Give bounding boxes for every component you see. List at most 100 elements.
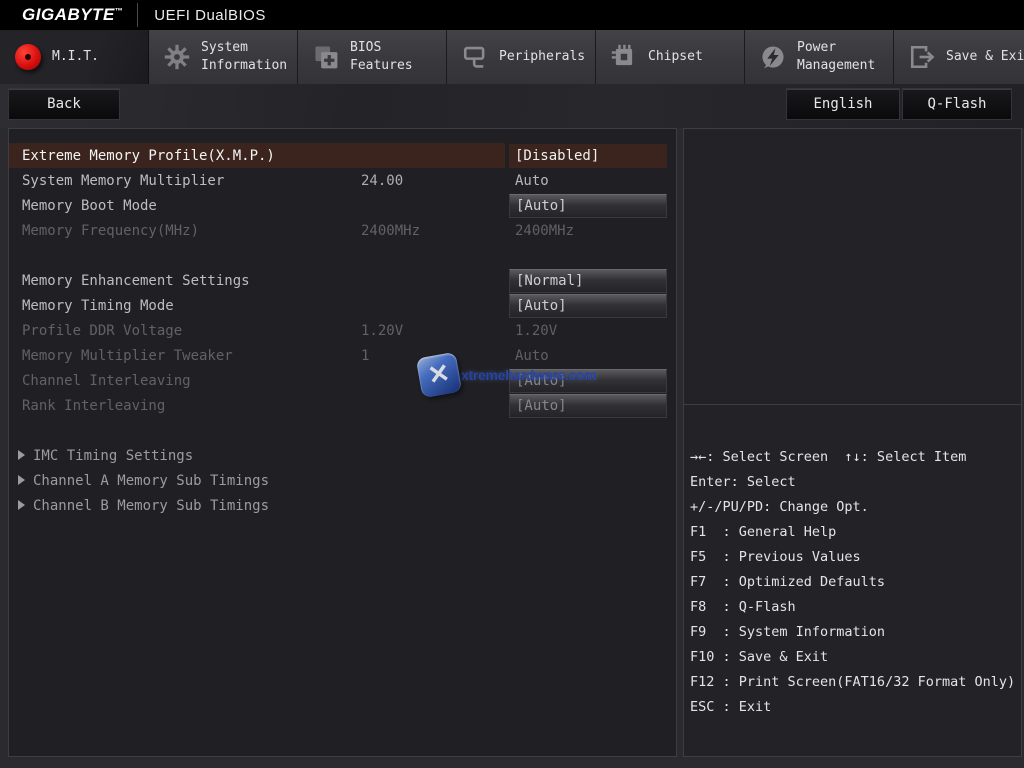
setting-label: Memory Frequency(MHz)	[9, 223, 199, 239]
setting-value[interactable]: [Disabled]	[509, 144, 667, 168]
tab-label: Power Management	[797, 39, 893, 74]
setting-label: Rank Interleaving	[9, 398, 165, 414]
key-help-line: F7 : Optimized Defaults	[690, 570, 1019, 595]
submenu-label: IMC Timing Settings	[9, 448, 193, 464]
gear-icon	[163, 43, 191, 71]
tab-m-i-t[interactable]: M.I.T.	[0, 30, 149, 84]
submenu-label-cell: Channel A Memory Sub Timings	[9, 468, 505, 493]
setting-label-cell: Rank Interleaving	[9, 393, 505, 418]
key-help-line: +/-/PU/PD: Change Opt.	[690, 495, 1019, 520]
trademark-symbol: ™	[115, 6, 124, 15]
tab-chipset[interactable]: Chipset	[596, 30, 745, 84]
setting-row[interactable]: Rank Interleaving [Auto]	[9, 393, 676, 418]
tab-bios-features[interactable]: BIOS Features	[298, 30, 447, 84]
setting-row[interactable]: Memory Boot Mode [Auto]	[9, 193, 676, 218]
key-help-line: F12 : Print Screen(FAT16/32 Format Only)	[690, 670, 1019, 695]
tab-power-management[interactable]: Power Management	[745, 30, 894, 84]
row-spacer	[9, 243, 676, 268]
submenu-row[interactable]: Channel A Memory Sub Timings	[9, 468, 676, 493]
secondary-toolbar: Back English Q-Flash	[0, 84, 1024, 128]
setting-value-field[interactable]: [Auto]	[509, 369, 667, 393]
setting-value: 1.20V	[509, 319, 667, 343]
setting-current-value: 2400MHz	[361, 223, 420, 239]
setting-label: Extreme Memory Profile(X.M.P.)	[9, 148, 275, 164]
setting-label-cell: Memory Frequency(MHz) 2400MHz	[9, 218, 505, 243]
bios-chip-icon	[312, 43, 340, 71]
setting-value-field[interactable]: [Auto]	[509, 294, 667, 318]
submenu-row[interactable]: IMC Timing Settings	[9, 443, 676, 468]
setting-current-value: 1	[361, 348, 369, 364]
setting-label-cell: Memory Enhancement Settings	[9, 268, 505, 293]
key-help-line: ESC : Exit	[690, 695, 1019, 720]
submenu-row[interactable]: Channel B Memory Sub Timings	[9, 493, 676, 518]
setting-value-field[interactable]: [Auto]	[509, 394, 667, 418]
key-help-line: F9 : System Information	[690, 620, 1019, 645]
setting-row[interactable]: Channel Interleaving [Auto]	[9, 368, 676, 393]
setting-label: Memory Multiplier Tweaker	[9, 348, 233, 364]
submenu-label: Channel B Memory Sub Timings	[9, 498, 269, 514]
mit-disc-icon	[14, 43, 42, 71]
tab-label: System Information	[201, 39, 297, 74]
setting-label-cell: Channel Interleaving	[9, 368, 505, 393]
setting-label: Memory Timing Mode	[9, 298, 174, 314]
help-panel: →←: Select Screen ↑↓: Select ItemEnter: …	[683, 128, 1022, 757]
setting-label-cell: System Memory Multiplier 24.00	[9, 168, 505, 193]
setting-label-cell: Extreme Memory Profile(X.M.P.)	[9, 143, 505, 168]
title-bar: GIGABYTE™ UEFI DualBIOS	[0, 0, 1024, 30]
setting-current-value: 24.00	[361, 173, 403, 189]
setting-value-field[interactable]: [Normal]	[509, 269, 667, 293]
lightning-icon	[759, 43, 787, 71]
setting-row[interactable]: Profile DDR Voltage 1.20V 1.20V	[9, 318, 676, 343]
tab-label: Save & Exit	[946, 48, 1024, 66]
setting-row[interactable]: Memory Timing Mode [Auto]	[9, 293, 676, 318]
row-spacer	[9, 418, 676, 443]
setting-label: Profile DDR Voltage	[9, 323, 182, 339]
tab-peripherals[interactable]: Peripherals	[447, 30, 596, 84]
submenu-label: Channel A Memory Sub Timings	[9, 473, 269, 489]
tab-system-information[interactable]: System Information	[149, 30, 298, 84]
setting-row[interactable]: Memory Enhancement Settings [Normal]	[9, 268, 676, 293]
submenu-label-cell: Channel B Memory Sub Timings	[9, 493, 505, 518]
key-help-line: F10 : Save & Exit	[690, 645, 1019, 670]
peripheral-icon	[461, 43, 489, 71]
setting-row[interactable]: Memory Frequency(MHz) 2400MHz 2400MHz	[9, 218, 676, 243]
gigabyte-logo: GIGABYTE™	[22, 5, 123, 25]
setting-value-field[interactable]: [Auto]	[509, 194, 667, 218]
setting-label: Memory Enhancement Settings	[9, 273, 250, 289]
tab-label: Chipset	[648, 48, 744, 66]
setting-label: Memory Boot Mode	[9, 198, 157, 214]
tab-save-exit[interactable]: Save & Exit	[894, 30, 1024, 84]
exit-door-icon	[908, 43, 936, 71]
setting-row[interactable]: Memory Multiplier Tweaker 1 Auto	[9, 343, 676, 368]
setting-label-cell: Profile DDR Voltage 1.20V	[9, 318, 505, 343]
setting-current-value: 1.20V	[361, 323, 403, 339]
settings-panel: Extreme Memory Profile(X.M.P.) [Disabled]…	[8, 128, 677, 757]
setting-label: System Memory Multiplier	[9, 173, 224, 189]
setting-row[interactable]: System Memory Multiplier 24.00 Auto	[9, 168, 676, 193]
setting-row[interactable]: Extreme Memory Profile(X.M.P.) [Disabled]	[9, 143, 676, 168]
tab-label: Peripherals	[499, 48, 595, 66]
key-help-line: Enter: Select	[690, 470, 1019, 495]
key-help-line: →←: Select Screen ↑↓: Select Item	[690, 445, 1019, 470]
help-panel-divider	[684, 404, 1021, 405]
setting-value: Auto	[509, 344, 667, 368]
key-help-line: F8 : Q-Flash	[690, 595, 1019, 620]
bios-screen: GIGABYTE™ UEFI DualBIOS M.I.T. System Inf…	[0, 0, 1024, 768]
key-help-line: F1 : General Help	[690, 520, 1019, 545]
titlebar-divider	[137, 3, 138, 27]
key-help-list: →←: Select Screen ↑↓: Select ItemEnter: …	[690, 445, 1019, 720]
setting-label-cell: Memory Multiplier Tweaker 1	[9, 343, 505, 368]
language-button[interactable]: English	[786, 88, 900, 120]
tab-label: M.I.T.	[52, 48, 148, 66]
setting-value: 2400MHz	[509, 219, 667, 243]
setting-value: Auto	[509, 169, 667, 193]
setting-label-cell: Memory Timing Mode	[9, 293, 505, 318]
tab-bar: M.I.T. System InformationBIOS Features Per…	[0, 30, 1024, 84]
firmware-title: UEFI DualBIOS	[154, 7, 266, 24]
qflash-button[interactable]: Q-Flash	[902, 88, 1012, 120]
setting-label: Channel Interleaving	[9, 373, 191, 389]
key-help-line: F5 : Previous Values	[690, 545, 1019, 570]
chipset-icon	[610, 43, 638, 71]
back-button[interactable]: Back	[8, 88, 120, 120]
setting-label-cell: Memory Boot Mode	[9, 193, 505, 218]
